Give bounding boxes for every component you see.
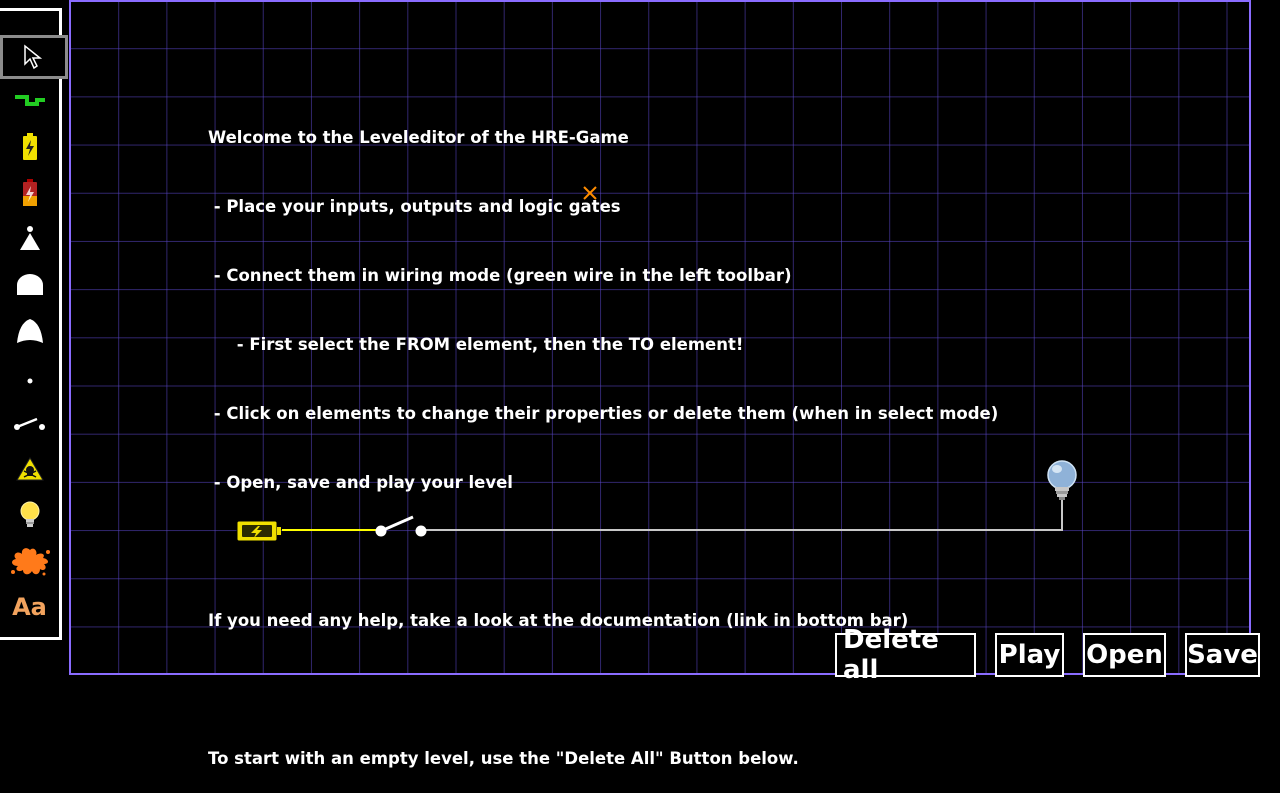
text-icon: Aa <box>12 593 47 621</box>
instruction-line <box>208 540 998 563</box>
skull-warning-icon <box>15 457 44 481</box>
battery-tool-button[interactable] <box>0 125 59 169</box>
battery-element[interactable] <box>236 520 281 542</box>
and-gate-icon <box>16 274 43 295</box>
save-button[interactable]: Save <box>1185 633 1260 677</box>
lightbulb-icon <box>20 501 39 527</box>
switch-icon <box>13 417 45 430</box>
instruction-line: - Connect them in wiring mode (green wir… <box>208 266 792 285</box>
open-button[interactable]: Open <box>1083 633 1166 677</box>
element-toolbar: Aa <box>0 8 68 640</box>
or-gate-tool-button[interactable] <box>0 309 59 353</box>
select-tool-button[interactable] <box>0 35 68 79</box>
dead-battery-tool-button[interactable] <box>0 171 59 215</box>
instruction-line: To start with an empty level, use the "D… <box>208 749 799 768</box>
battery-empty-icon <box>22 179 37 206</box>
delete-all-button[interactable]: Delete all <box>835 625 976 685</box>
or-gate-icon <box>16 319 43 343</box>
text-tool-button[interactable]: Aa <box>0 585 59 629</box>
green-wire-icon <box>14 95 45 106</box>
cursor-arrow-icon <box>24 44 43 70</box>
instruction-line: - Click on elements to change their prop… <box>208 404 999 423</box>
switch-tool-button[interactable] <box>0 401 59 445</box>
instructions-text: Welcome to the Leveleditor of the HRE-Ga… <box>208 80 998 793</box>
instruction-line: - Open, save and play your level <box>208 473 513 492</box>
splash-icon <box>10 548 50 576</box>
splash-tool-button[interactable] <box>0 539 59 583</box>
instruction-line: - First select the FROM element, then th… <box>208 335 744 354</box>
not-gate-tool-button[interactable] <box>0 217 59 261</box>
dot-icon <box>27 378 32 384</box>
instruction-line: - Place your inputs, outputs and logic g… <box>208 197 621 216</box>
wire-tool-button[interactable] <box>0 79 59 123</box>
play-button[interactable]: Play <box>995 633 1064 677</box>
instruction-line: Welcome to the Leveleditor of the HRE-Ga… <box>208 128 629 147</box>
and-gate-tool-button[interactable] <box>0 263 59 307</box>
danger-tool-button[interactable] <box>0 447 59 491</box>
battery-icon <box>22 133 37 160</box>
not-gate-icon <box>19 226 40 250</box>
junction-tool-button[interactable] <box>0 359 59 403</box>
lamp-tool-button[interactable] <box>0 493 59 537</box>
